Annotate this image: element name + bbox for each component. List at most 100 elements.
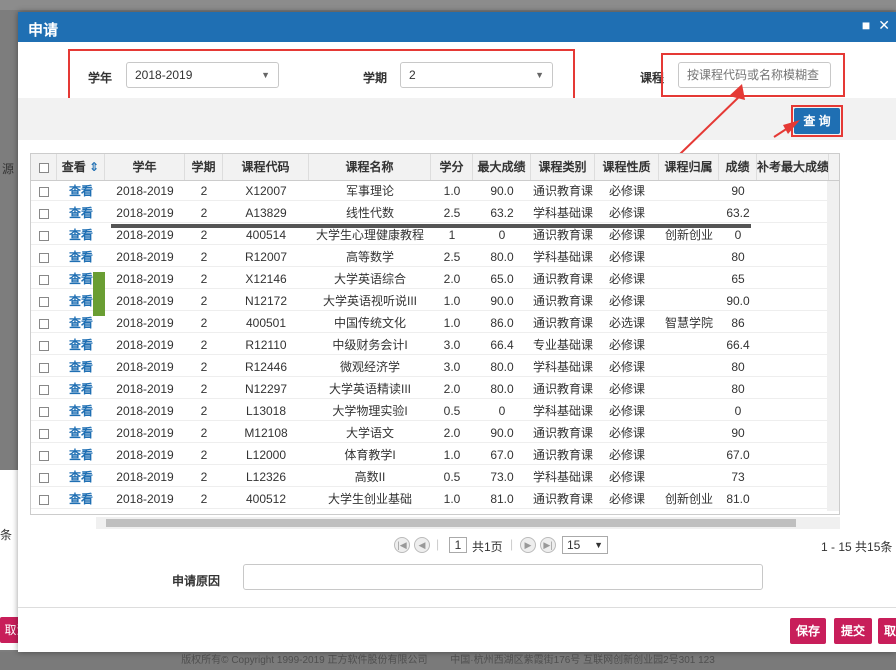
table-cell: 73	[731, 470, 745, 484]
table-cell: 2018-2019	[116, 184, 174, 198]
view-link[interactable]: 查看	[57, 489, 105, 509]
view-link[interactable]: 查看	[57, 247, 105, 267]
table-cell: 2	[200, 316, 208, 330]
row-checkbox[interactable]	[31, 225, 57, 245]
vertical-scrollbar[interactable]	[827, 181, 839, 511]
table-row[interactable]: 查看 2018-2019 2 X12146 大学英语综合 2.0 65.0 通识教育课 必修课 6…	[31, 269, 839, 289]
table-cell: 通识教育课	[532, 316, 593, 330]
select-all-checkbox[interactable]	[31, 154, 57, 180]
header-view[interactable]: 查看 ⇕	[57, 154, 105, 180]
row-checkbox[interactable]	[31, 313, 57, 333]
table-cell: R12007	[244, 250, 288, 264]
horizontal-scrollbar[interactable]	[96, 517, 840, 529]
header-credit[interactable]: 学分	[431, 154, 473, 180]
table-cell: 80	[731, 360, 745, 374]
header-year[interactable]: 学年	[105, 154, 185, 180]
header-course-category[interactable]: 课程类别	[531, 154, 595, 180]
header-makeup-max-score[interactable]: 补考最大成绩	[757, 154, 829, 180]
table-cell: N12172	[244, 294, 288, 308]
pager-divider: |	[436, 537, 440, 551]
row-checkbox[interactable]	[31, 379, 57, 399]
table-cell: 高等数学	[345, 250, 394, 264]
table-row[interactable]: 查看 2018-2019 2 M12108 大学语文 2.0 90.0 通识教育课 必修课 90	[31, 423, 839, 443]
page-number-input[interactable]: 1	[449, 537, 467, 553]
table-cell	[757, 357, 829, 377]
row-checkbox[interactable]	[31, 269, 57, 289]
row-checkbox[interactable]	[31, 335, 57, 355]
table-cell: 学科基础课	[532, 404, 593, 418]
view-link[interactable]: 查看	[57, 445, 105, 465]
table-row[interactable]: 查看 2018-2019 2 L12326 高数II 0.5 73.0 学科基础课 必修课 73	[31, 467, 839, 487]
table-cell: 专业基础课	[532, 338, 593, 352]
close-button[interactable]: 取	[878, 618, 896, 644]
table-cell: M12108	[244, 426, 288, 440]
row-checkbox[interactable]	[31, 467, 57, 487]
window-controls: ■ ✕	[858, 17, 890, 34]
scrollbar-thumb[interactable]	[106, 519, 796, 527]
table-row[interactable]: 查看 2018-2019 2 A13829 线性代数 2.5 63.2 学科基础课 必修课 63.…	[31, 203, 839, 223]
row-checkbox[interactable]	[31, 357, 57, 377]
table-row[interactable]: 查看 2018-2019 2 X12007 军事理论 1.0 90.0 通识教育课 必修课 90	[31, 181, 839, 201]
table-row[interactable]: 查看 2018-2019 2 R12110 中级财务会计I 3.0 66.4 专业基础课 必修课…	[31, 335, 839, 355]
header-course-code[interactable]: 课程代码	[223, 154, 309, 180]
table-row[interactable]: 查看 2018-2019 2 N12297 大学英语精读III 2.0 80.0 通识教育课 必…	[31, 379, 839, 399]
table-row[interactable]: 查看 2018-2019 2 L13018 大学物理实验I 0.5 0 学科基础课 必修课 0	[31, 401, 839, 421]
table-cell: 2018-2019	[116, 492, 174, 506]
row-checkbox[interactable]	[31, 203, 57, 223]
submit-button[interactable]: 提交	[834, 618, 872, 644]
last-page-icon[interactable]: ▶|	[540, 537, 556, 553]
table-cell: 必修课	[608, 470, 645, 484]
row-checkbox[interactable]	[31, 181, 57, 201]
row-checkbox[interactable]	[31, 247, 57, 267]
table-row[interactable]: 查看 2018-2019 2 400514 大学生心理健康教程 1 0 通识教育课 必修课 创新创…	[31, 225, 839, 245]
table-cell	[659, 467, 719, 487]
save-button[interactable]: 保存	[790, 618, 826, 644]
table-cell: 67.0	[490, 448, 514, 462]
row-checkbox[interactable]	[31, 291, 57, 311]
table-cell: 3.0	[443, 338, 461, 352]
toolbar	[18, 98, 896, 140]
row-checkbox[interactable]	[31, 489, 57, 509]
header-course-nature[interactable]: 课程性质	[595, 154, 659, 180]
table-cell	[757, 489, 829, 509]
total-pages-text: 共1页	[472, 540, 503, 554]
close-icon[interactable]: ✕	[878, 17, 890, 33]
table-cell: 通识教育课	[532, 492, 593, 506]
view-link[interactable]: 查看	[57, 467, 105, 487]
view-link[interactable]: 查看	[57, 335, 105, 355]
prev-page-icon[interactable]: ◀	[414, 537, 430, 553]
table-row[interactable]: 查看 2018-2019 2 400501 中国传统文化 1.0 86.0 通识教育课 必选课 智…	[31, 313, 839, 333]
header-course-owner[interactable]: 课程归属	[659, 154, 719, 180]
table-cell: 65.0	[490, 272, 514, 286]
table-cell: 90.0	[490, 426, 514, 440]
first-page-icon[interactable]: |◀	[394, 537, 410, 553]
header-course-name[interactable]: 课程名称	[309, 154, 431, 180]
table-cell	[757, 401, 829, 421]
row-checkbox[interactable]	[31, 401, 57, 421]
view-link[interactable]: 查看	[57, 357, 105, 377]
header-score[interactable]: 成绩	[719, 154, 757, 180]
page-size-select[interactable]: 15 ▼	[562, 536, 608, 554]
view-link[interactable]: 查看	[57, 379, 105, 399]
next-page-icon[interactable]: ▶	[520, 537, 536, 553]
table-cell: 学科基础课	[532, 206, 593, 220]
view-link[interactable]: 查看	[57, 181, 105, 201]
table-cell	[757, 291, 829, 311]
table-row[interactable]: 查看 2018-2019 2 R12446 微观经济学 3.0 80.0 学科基础课 必修课 80	[31, 357, 839, 377]
table-cell	[757, 313, 829, 333]
row-checkbox[interactable]	[31, 423, 57, 443]
view-link[interactable]: 查看	[57, 203, 105, 223]
view-link[interactable]: 查看	[57, 401, 105, 421]
header-term[interactable]: 学期	[185, 154, 223, 180]
table-row[interactable]: 查看 2018-2019 2 N12172 大学英语视听说III 1.0 90.0 通识教育课…	[31, 291, 839, 311]
table-row[interactable]: 查看 2018-2019 2 L12000 体育教学I 1.0 67.0 通识教育课 必修课 67…	[31, 445, 839, 465]
view-link[interactable]: 查看	[57, 225, 105, 245]
header-max-score[interactable]: 最大成绩	[473, 154, 531, 180]
maximize-icon[interactable]: ■	[862, 17, 870, 33]
view-link[interactable]: 查看	[57, 313, 105, 333]
table-row[interactable]: 查看 2018-2019 2 R12007 高等数学 2.5 80.0 学科基础课 必修课 80	[31, 247, 839, 267]
reason-input[interactable]	[243, 564, 763, 590]
table-row[interactable]: 查看 2018-2019 2 400512 大学生创业基础 1.0 81.0 通识教育课 必修课…	[31, 489, 839, 509]
view-link[interactable]: 查看	[57, 423, 105, 443]
row-checkbox[interactable]	[31, 445, 57, 465]
